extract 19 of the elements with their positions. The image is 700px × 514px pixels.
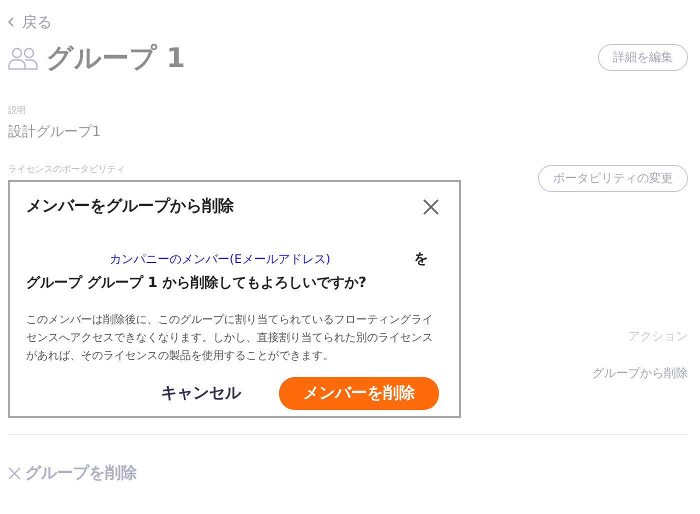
group-title: グループ 1 <box>46 42 186 76</box>
cancel-button[interactable]: キャンセル <box>155 382 247 405</box>
delete-group-link[interactable]: グループを削除 <box>8 462 137 484</box>
change-portability-button[interactable]: ポータビリティの変更 <box>538 164 688 192</box>
remove-member-button[interactable]: メンバーを削除 <box>279 377 439 410</box>
remove-from-group-link[interactable]: グループから削除 <box>592 364 688 382</box>
description-value: 設計グループ1 <box>8 122 102 140</box>
close-icon[interactable] <box>423 198 439 214</box>
member-link[interactable]: カンパニーのメンバー(Eメールアドレス) <box>26 247 414 271</box>
edit-details-button[interactable]: 詳細を編集 <box>598 44 688 71</box>
dialog-message: このメンバーは削除後に、このグループに割り当てられているフローティングライセンスへアクセスできなくなります。しかし、直接割り当てられた別のライセンスがあれば、そのライセンスの製品を使用することができます。 <box>26 312 434 364</box>
back-link[interactable]: 戻る <box>8 12 52 32</box>
close-icon <box>8 466 21 480</box>
description-label: 説明 <box>8 104 27 116</box>
confirmation-question: カンパニーのメンバー(Eメールアドレス) をグループ グループ 1 から削除してもよろしいですか? <box>26 247 439 295</box>
back-chevron-icon <box>8 17 14 27</box>
license-portability-label: ライセンスのポータビリティ <box>8 164 125 176</box>
people-icon <box>8 46 38 70</box>
dialog-title: メンバーをグループから削除 <box>26 196 234 217</box>
